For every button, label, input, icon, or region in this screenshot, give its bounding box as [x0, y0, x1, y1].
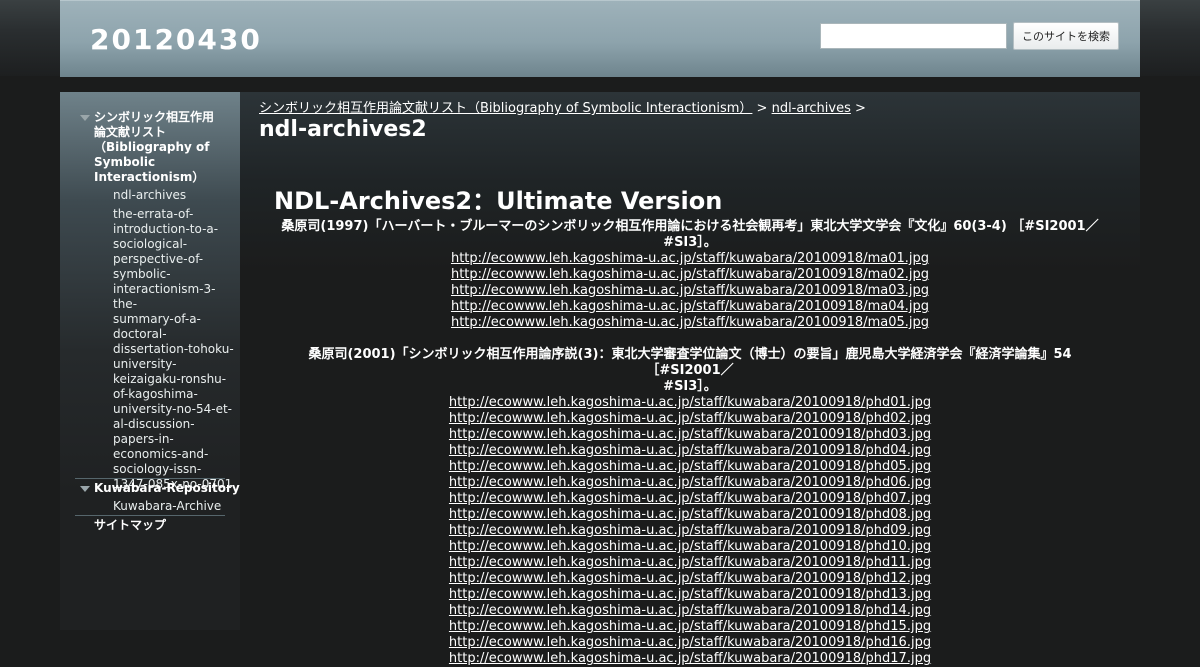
sidebar-item-label: symbolic-: [113, 267, 171, 281]
link-list: http://ecowww.leh.kagoshima-u.ac.jp/staf…: [274, 251, 1106, 331]
citation-line: 桑原司(2001)「シンボリック相互作用論序説(3)：東北大学審査学位論文（博士…: [308, 347, 1072, 378]
site-header: 20120430 このサイトを検索: [60, 0, 1140, 77]
sidebar-item-label: interactionism-3-the-: [113, 282, 216, 311]
breadcrumb-separator: >: [752, 101, 772, 116]
site-title[interactable]: 20120430: [90, 23, 262, 56]
search-input[interactable]: [820, 23, 1007, 49]
sidebar-item-errata[interactable]: the-errata-of- introduction-to-a- sociol…: [113, 207, 235, 492]
expand-triangle-icon[interactable]: [80, 486, 90, 492]
image-link[interactable]: http://ecowww.leh.kagoshima-u.ac.jp/staf…: [449, 651, 931, 666]
image-link[interactable]: http://ecowww.leh.kagoshima-u.ac.jp/staf…: [449, 619, 931, 634]
sidebar-item-label: keizaigaku-ronshu-: [113, 372, 227, 386]
sidebar-item-label: economics-and-: [113, 447, 209, 461]
sidebar-item-label: dissertation-tohoku-: [113, 342, 234, 356]
image-link[interactable]: http://ecowww.leh.kagoshima-u.ac.jp/staf…: [451, 283, 929, 298]
sidebar-item-kuwabara-archive[interactable]: Kuwabara-Archive: [113, 499, 221, 514]
image-link[interactable]: http://ecowww.leh.kagoshima-u.ac.jp/staf…: [449, 571, 931, 586]
image-link[interactable]: http://ecowww.leh.kagoshima-u.ac.jp/staf…: [449, 491, 931, 506]
page-title: ndl-archives2: [259, 117, 427, 142]
image-link[interactable]: http://ecowww.leh.kagoshima-u.ac.jp/staf…: [451, 267, 929, 282]
image-link[interactable]: http://ecowww.leh.kagoshima-u.ac.jp/staf…: [449, 443, 931, 458]
image-link[interactable]: http://ecowww.leh.kagoshima-u.ac.jp/staf…: [449, 459, 931, 474]
sidebar-item-label: the-errata-of-: [113, 207, 194, 221]
sidebar-item-bibliography[interactable]: シンボリック相互作用 論文献リスト （Bibliography of Symbo…: [94, 110, 224, 185]
citation: 桑原司(1997)「ハーバート・ブルーマーのシンボリック相互作用論における社会観…: [281, 219, 1099, 250]
sidebar-item-label: perspective-of-: [113, 252, 204, 266]
image-link[interactable]: http://ecowww.leh.kagoshima-u.ac.jp/staf…: [449, 507, 931, 522]
breadcrumb-link-bibliography[interactable]: シンボリック相互作用論文献リスト（Bibliography of Symboli…: [259, 101, 752, 116]
image-link[interactable]: http://ecowww.leh.kagoshima-u.ac.jp/staf…: [449, 427, 931, 442]
sidebar-item-kuwabara-repository[interactable]: Kuwabara-Repository: [94, 481, 240, 496]
image-link[interactable]: http://ecowww.leh.kagoshima-u.ac.jp/staf…: [451, 315, 929, 330]
sidebar-item-label: university-: [113, 357, 177, 371]
main-content: シンボリック相互作用論文献リスト（Bibliography of Symboli…: [240, 92, 1140, 666]
sidebar-item-label: シンボリック相互作用: [94, 110, 215, 124]
image-link[interactable]: http://ecowww.leh.kagoshima-u.ac.jp/staf…: [451, 299, 929, 314]
sidebar-item-label: university-no-54-et-: [113, 402, 232, 416]
image-link[interactable]: http://ecowww.leh.kagoshima-u.ac.jp/staf…: [449, 523, 931, 538]
sidebar-item-label: 論文献リスト: [94, 125, 167, 139]
image-link[interactable]: http://ecowww.leh.kagoshima-u.ac.jp/staf…: [449, 475, 931, 490]
sidebar-item-label: papers-in-: [113, 432, 174, 446]
image-link[interactable]: http://ecowww.leh.kagoshima-u.ac.jp/staf…: [449, 395, 931, 410]
sidebar-item-label: （Bibliography of: [94, 140, 210, 154]
link-list: http://ecowww.leh.kagoshima-u.ac.jp/staf…: [274, 395, 1106, 667]
breadcrumb-link-ndl-archives[interactable]: ndl-archives: [772, 101, 851, 116]
sidebar-item-label: al-discussion-: [113, 417, 195, 431]
sidebar-nav: シンボリック相互作用 論文献リスト （Bibliography of Symbo…: [60, 92, 240, 630]
sidebar-divider: [75, 478, 225, 479]
sidebar-item-label: summary-of-a-: [113, 312, 201, 326]
image-link[interactable]: http://ecowww.leh.kagoshima-u.ac.jp/staf…: [451, 251, 929, 266]
citation-line: #SI3］。: [663, 379, 717, 394]
citation: 桑原司(2001)「シンボリック相互作用論序説(3)：東北大学審査学位論文（博士…: [274, 347, 1106, 395]
sidebar-item-label: of-kagoshima-: [113, 387, 198, 401]
sidebar-item-label: introduction-to-a-: [113, 222, 219, 236]
sidebar-item-ndl-archives[interactable]: ndl-archives: [113, 188, 186, 203]
content-body: 桑原司(1997)「ハーバート・ブルーマーのシンボリック相互作用論における社会観…: [274, 219, 1106, 667]
sidebar-item-sitemap[interactable]: サイトマップ: [94, 518, 166, 533]
expand-triangle-icon[interactable]: [80, 115, 90, 121]
image-link[interactable]: http://ecowww.leh.kagoshima-u.ac.jp/staf…: [449, 587, 931, 602]
image-link[interactable]: http://ecowww.leh.kagoshima-u.ac.jp/staf…: [449, 635, 931, 650]
sidebar-item-label: sociological-: [113, 237, 188, 251]
breadcrumb-separator: >: [850, 101, 866, 116]
image-link[interactable]: http://ecowww.leh.kagoshima-u.ac.jp/staf…: [449, 555, 931, 570]
breadcrumb: シンボリック相互作用論文献リスト（Bibliography of Symboli…: [259, 97, 866, 116]
search-button[interactable]: このサイトを検索: [1013, 22, 1119, 50]
sidebar-item-label: doctoral-: [113, 327, 167, 341]
sidebar-item-label: sociology-issn-: [113, 462, 202, 476]
image-link[interactable]: http://ecowww.leh.kagoshima-u.ac.jp/staf…: [449, 603, 931, 618]
sidebar-item-label: Interactionism）: [94, 170, 205, 184]
section-title: NDL-Archives2：Ultimate Version: [274, 187, 723, 215]
image-link[interactable]: http://ecowww.leh.kagoshima-u.ac.jp/staf…: [449, 411, 931, 426]
sidebar-item-label: Symbolic: [94, 155, 156, 169]
sidebar-divider: [75, 515, 225, 516]
image-link[interactable]: http://ecowww.leh.kagoshima-u.ac.jp/staf…: [449, 539, 931, 554]
